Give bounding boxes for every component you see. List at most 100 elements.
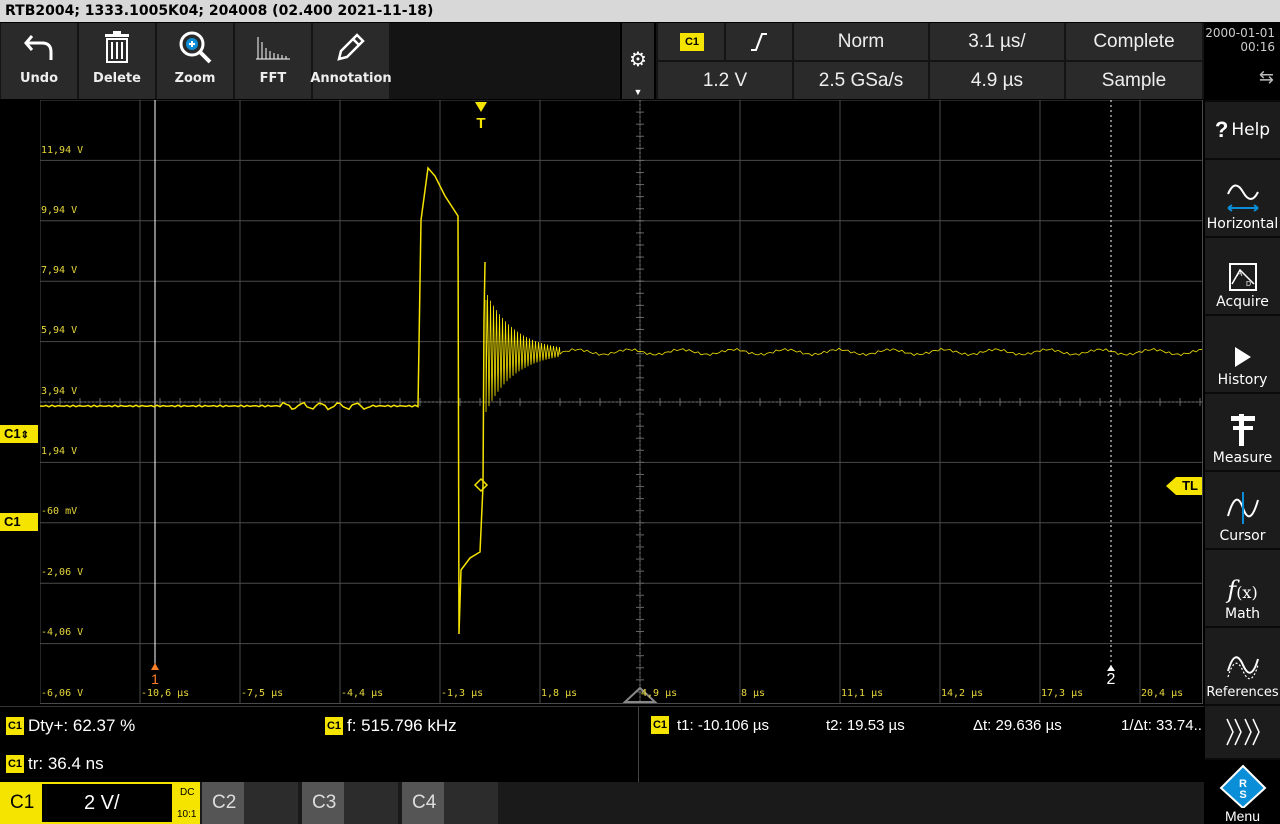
pencil-icon (337, 33, 365, 61)
zoom-label: Zoom (174, 71, 216, 86)
measurement-duty-cycle[interactable]: C1 Dty+: 62.37 % (6, 716, 135, 736)
channel-2-name: C2 (212, 792, 237, 813)
trigger-mode[interactable]: Norm (794, 23, 928, 60)
x-scale-label: 17,3 µs (1041, 688, 1084, 699)
delete-button[interactable]: Delete (79, 23, 155, 99)
annotation-label: Annotation (310, 71, 392, 86)
channel-1-offset-flag[interactable]: C1 (0, 513, 38, 531)
cursor-2-label: 2 (1107, 671, 1116, 688)
x-scale-label: -10,6 µs (141, 688, 190, 699)
channel-1-coupling: DC (180, 787, 195, 798)
y-scale-label: 5,94 V (41, 325, 78, 336)
acquisition-mode[interactable]: Sample (1066, 62, 1202, 99)
svg-text:D: D (1246, 281, 1251, 288)
measurement-rise-time[interactable]: C1 tr: 36.4 ns (6, 754, 104, 774)
channel-1-name: C1 (10, 792, 35, 813)
references-button[interactable]: References (1205, 628, 1280, 704)
measurement-frequency[interactable]: C1 f: 515.796 kHz (325, 716, 457, 736)
timebase[interactable]: 3.1 µs/ (930, 23, 1064, 60)
horizontal-icon (1226, 184, 1259, 212)
channel-3-button[interactable]: C3 (302, 782, 398, 824)
clock-time: 00:16 (1240, 40, 1275, 54)
sidebar: ? Help Horizontal AD Acquire History Mea… (1205, 100, 1280, 824)
toolbar: Undo Delete Zoom FFT Annotation (0, 23, 620, 99)
x-scale-label: 11,1 µs (841, 688, 884, 699)
rising-edge-icon (751, 32, 767, 51)
delete-label: Delete (93, 71, 141, 86)
undo-label: Undo (19, 71, 59, 86)
channel-2-button[interactable]: C2 (202, 782, 298, 824)
x-scale-label: -4,4 µs (341, 688, 384, 699)
cursor-icon (1226, 492, 1259, 524)
y-scale-label: 7,94 V (41, 265, 78, 276)
channel-1-scale: 2 V/ (84, 792, 120, 814)
reference-icon (1226, 656, 1259, 680)
x-scale-label: 20,4 µs (1141, 688, 1184, 699)
y-scale-label: -6,06 V (41, 688, 84, 699)
menu-label: Menu (1224, 808, 1261, 824)
trigger-level[interactable]: 1.2 V (658, 62, 792, 99)
fft-label: FFT (259, 71, 287, 86)
measure-button[interactable]: Measure (1205, 394, 1280, 470)
settings-button[interactable]: ⚙ ▼ (622, 23, 654, 99)
y-scale-label: 3,94 V (41, 386, 78, 397)
channel-bar: C1 2 V/ DC 10:1 C2 C3 C4 (0, 782, 1204, 824)
x-scale-label: 4,9 µs (641, 688, 678, 699)
y-scale-label: 1,94 V (41, 446, 78, 457)
measurement-bar: C1 Dty+: 62.37 % C1 f: 515.796 kHz C1 tr… (0, 706, 1204, 783)
play-icon (1234, 347, 1251, 367)
trigger-source[interactable]: C1 (658, 23, 724, 60)
help-icon: ? (1214, 117, 1229, 142)
fft-button[interactable]: FFT (235, 23, 311, 99)
trigger-slope[interactable] (726, 23, 792, 60)
math-button[interactable]: f(x) Math (1205, 550, 1280, 626)
x-scale-label: 14,2 µs (941, 688, 984, 699)
waveform-display[interactable]: T 1 2 (40, 100, 1203, 704)
trigger-position-label: T (476, 115, 485, 132)
function-icon: f(x) (1227, 576, 1258, 604)
cursor-button[interactable]: Cursor (1205, 472, 1280, 548)
title-bar: RTB2004; 1333.1005K04; 204008 (02.400 20… (0, 0, 1280, 22)
usb-icon: ⇆ (1258, 67, 1274, 88)
channel-1-probe: 10:1 (177, 809, 197, 820)
x-scale-label: -1,3 µs (441, 688, 484, 699)
menu-button[interactable]: RS Menu (1205, 760, 1280, 824)
horizontal-button[interactable]: Horizontal (1205, 160, 1280, 236)
acquire-button[interactable]: AD Acquire (1205, 238, 1280, 314)
horizontal-position[interactable]: 4.9 µs (930, 62, 1064, 99)
annotation-button[interactable]: Annotation (310, 23, 392, 99)
help-button[interactable]: ? Help (1205, 102, 1280, 158)
x-scale-label: -7,5 µs (241, 688, 284, 699)
cursor-t2: t2: 19.53 µs (826, 716, 905, 734)
y-scale-label: 9,94 V (41, 205, 78, 216)
zoom-button[interactable]: Zoom (157, 23, 233, 99)
clock: 2000-01-01 00:16 ⇆ (1205, 23, 1280, 99)
cursor-1-label: 1 (151, 671, 159, 687)
x-scale-label: 8 µs (741, 688, 766, 699)
y-scale-label: -4,06 V (41, 627, 84, 638)
trash-icon (105, 31, 129, 63)
sample-rate[interactable]: 2.5 GSa/s (794, 62, 928, 99)
acquisition-status[interactable]: Complete (1066, 23, 1202, 60)
svg-text:A: A (1237, 269, 1243, 278)
x-scale-label: 1,8 µs (541, 688, 578, 699)
trigger-panel: C1 Norm 3.1 µs/ Complete 1.2 V 2.5 GSa/s… (656, 23, 1204, 99)
channel-4-button[interactable]: C4 (402, 782, 498, 824)
y-scale-label: -2,06 V (41, 567, 84, 578)
caliper-icon (1230, 414, 1255, 446)
channel-1-button[interactable]: C1 2 V/ DC 10:1 (0, 782, 200, 824)
scroll-indicator[interactable] (1205, 706, 1280, 758)
y-scale-label: 11,94 V (41, 145, 84, 156)
y-scale-label: -60 mV (41, 506, 78, 517)
zoom-in-icon (179, 31, 212, 64)
cursor-readout[interactable]: C1 t1: -10.106 µs t2: 19.53 µs Δt: 29.63… (651, 716, 1204, 734)
svg-text:S: S (1239, 789, 1246, 801)
scroll-icon (1225, 718, 1260, 746)
acquire-icon: AD (1228, 263, 1257, 291)
gear-icon: ⚙ (629, 49, 647, 71)
channel-1-level-flag[interactable]: C1⇕ (0, 425, 38, 443)
channel-3-name: C3 (312, 792, 337, 813)
history-button[interactable]: History (1205, 316, 1280, 392)
undo-arrow-icon (24, 35, 53, 60)
undo-button[interactable]: Undo (1, 23, 77, 99)
